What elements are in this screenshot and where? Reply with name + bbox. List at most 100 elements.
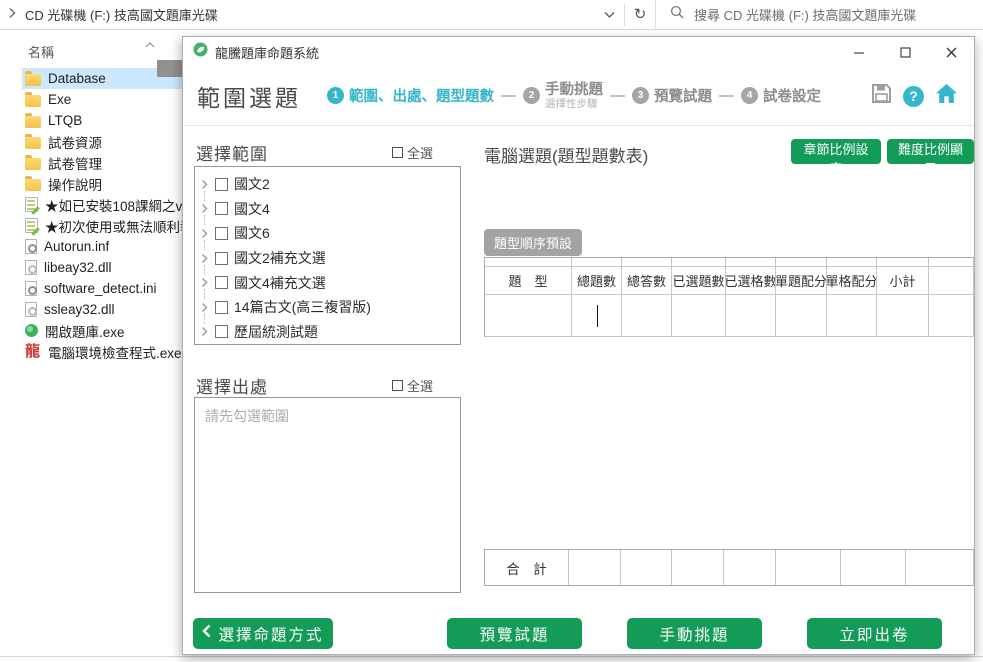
minimize-button[interactable] [836,37,882,67]
chevron-right-icon[interactable] [201,277,209,288]
range-select-all[interactable]: 全選 [392,143,433,162]
chevron-left-icon [202,624,211,643]
checkbox[interactable] [215,276,228,289]
file-row[interactable]: ★初次使用或無法順利執行 [22,215,182,236]
text-caret [597,305,598,327]
checkbox[interactable] [392,380,403,391]
maximize-button[interactable] [882,37,928,67]
select-all-label: 全選 [407,143,433,162]
file-name: 開啟題庫.exe [45,321,125,341]
question-order-badge[interactable]: 題型順序預設 [484,229,582,256]
search-input[interactable]: 搜尋 CD 光碟機 (F:) 技高國文題庫光碟 [655,0,983,29]
refresh-icon: ↻ [634,7,647,22]
tree-item[interactable]: 歷屆統測試題 [195,320,460,345]
name-column-header[interactable]: 名稱 [28,42,54,61]
total-label-cell: 合 計 [485,550,569,585]
step-label: 範圍、出處、題型題數 [349,85,494,106]
sort-ascending-icon[interactable] [145,35,155,53]
total-cell [776,550,841,585]
folder-icon [25,179,41,191]
scrollbar-fragment[interactable] [157,60,182,77]
file-row[interactable]: LTQB [22,110,182,131]
tree-item[interactable]: 國文4 [195,197,460,222]
source-list[interactable]: 請先勾選範圍 [194,397,461,593]
table-cell[interactable] [572,295,622,337]
search-placeholder: 搜尋 CD 光碟機 (F:) 技高國文題庫光碟 [694,5,916,24]
tree-item[interactable]: 國文6 [195,221,460,246]
tree-item-label: 國文4 [234,199,270,219]
file-row[interactable]: 試卷資源 [22,131,182,152]
file-name: ssleay32.dll [44,302,115,317]
range-tree: 國文2 國文4 國文6 國文2補充文選 國文4補充文選 14篇古文(高三複習版)… [194,166,461,345]
file-list: Database Exe LTQB 試卷資源 試卷管理 操作說明 ★如已安裝10… [22,68,182,362]
file-row[interactable]: 龍電腦環境檢查程式.exe [22,341,182,362]
refresh-button[interactable]: ↻ [625,0,655,29]
breadcrumb-chevron-icon[interactable] [8,6,16,24]
file-name: libeay32.dll [44,260,112,275]
checkbox[interactable] [215,202,228,215]
checkbox[interactable] [215,178,228,191]
table-header-cell: 題 型 [485,267,572,295]
library-file-icon [25,260,37,275]
file-row[interactable]: libeay32.dll [22,257,182,278]
tree-item[interactable]: 國文2補充文選 [195,246,460,271]
address-bar[interactable]: CD 光碟機 (F:) 技高國文題庫光碟 ↻ [0,0,655,29]
total-cell [906,550,974,585]
help-icon[interactable]: ? [903,86,924,107]
file-row[interactable]: Autorun.inf [22,236,182,257]
file-row[interactable]: 試卷管理 [22,152,182,173]
folder-icon [25,116,41,128]
checkbox[interactable] [215,252,228,265]
checkbox[interactable] [215,325,228,338]
table-cell[interactable] [672,295,726,337]
file-row[interactable]: ssleay32.dll [22,299,182,320]
step-separator [501,95,516,97]
file-row[interactable]: Exe [22,89,182,110]
source-select-all[interactable]: 全選 [392,376,433,395]
generate-paper-button[interactable]: 立即出卷 [807,618,942,649]
folder-icon [25,158,41,170]
back-button[interactable]: 選擇命題方式 [193,618,333,649]
tree-item[interactable]: 國文2 [195,172,460,197]
file-row[interactable]: 操作說明 [22,173,182,194]
explorer-toolbar: CD 光碟機 (F:) 技高國文題庫光碟 ↻ 搜尋 CD 光碟機 (F:) 技高… [0,0,983,30]
file-row[interactable]: ★如已安裝108課綱之v1.0 [22,194,182,215]
home-icon[interactable] [935,83,958,109]
difficulty-ratio-button[interactable]: 難度比例顯示 [887,139,974,164]
chevron-right-icon[interactable] [201,203,209,214]
chapter-ratio-button[interactable]: 章節比例設定 [791,139,881,164]
table-cell[interactable] [622,295,672,337]
breadcrumb[interactable]: CD 光碟機 (F:) 技高國文題庫光碟 [25,5,218,24]
chevron-right-icon[interactable] [201,228,209,239]
manual-pick-button[interactable]: 手動挑題 [627,618,762,649]
dialog-title: 龍騰題庫命題系統 [215,43,319,62]
checkbox[interactable] [392,147,403,158]
table-cell[interactable] [776,295,827,337]
tree-item[interactable]: 國文4補充文選 [195,270,460,295]
table-cell[interactable] [827,295,877,337]
file-name: 操作說明 [48,174,102,194]
file-row[interactable]: software_detect.ini [22,278,182,299]
save-icon[interactable] [871,83,892,109]
checkbox[interactable] [215,301,228,314]
address-dropdown-button[interactable] [594,0,624,29]
checkbox[interactable] [215,227,228,240]
page-title: 範圍選題 [197,79,301,113]
dragon-app-icon: 龍 [25,344,41,359]
chevron-right-icon[interactable] [201,253,209,264]
dialog-titlebar[interactable]: 龍騰題庫命題系統 [183,37,974,67]
chevron-right-icon[interactable] [201,326,209,337]
chevron-right-icon[interactable] [201,302,209,313]
file-row[interactable]: 開啟題庫.exe [22,320,182,341]
tree-item[interactable]: 14篇古文(高三複習版) [195,295,460,320]
search-icon [670,5,684,24]
table-header-cell: 總題數 [572,267,622,295]
table-cell[interactable] [929,295,974,337]
preview-questions-button[interactable]: 預覽試題 [447,618,582,649]
close-button[interactable] [928,37,974,67]
chevron-right-icon[interactable] [201,179,209,190]
table-cell[interactable] [877,295,929,337]
table-cell[interactable] [726,295,776,337]
window-bottom-edge [0,656,983,657]
table-cell[interactable] [485,295,572,337]
